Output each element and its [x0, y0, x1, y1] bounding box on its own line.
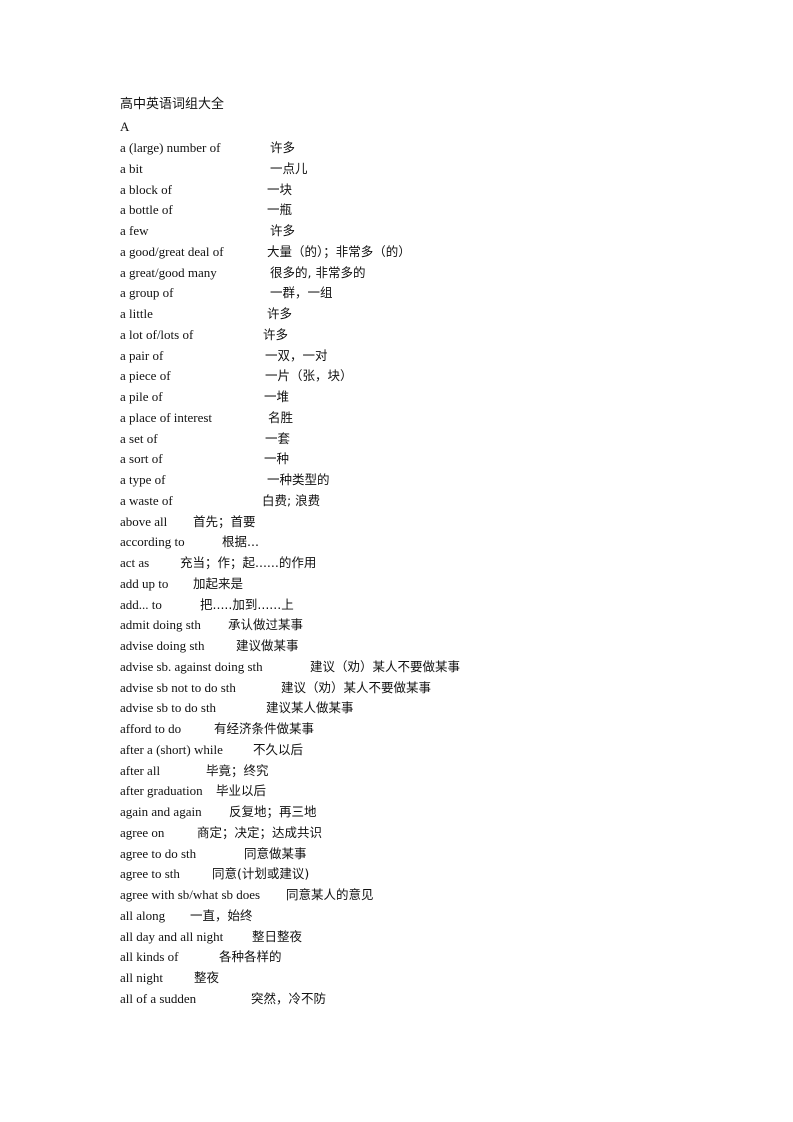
phrase-english: all kinds of — [120, 949, 179, 965]
phrase-english: advise sb. against doing sth — [120, 658, 263, 674]
phrase-english: agree to do sth — [120, 845, 197, 861]
phrase-english: add up to — [120, 575, 169, 591]
phrase-chinese: 一群，一组 — [270, 285, 333, 301]
phrase-english: agree to sth — [120, 866, 180, 882]
phrase-chinese: 承认做过某事 — [228, 617, 304, 633]
phrase-chinese: 许多 — [270, 140, 296, 155]
phrase-english: add... to — [120, 596, 162, 612]
phrase-chinese: 商定；决定；达成共识 — [197, 824, 323, 840]
phrase-english: a few — [120, 223, 149, 238]
phrase-english: agree with sb/what sb does — [120, 887, 261, 902]
phrase-english: above all — [120, 513, 168, 529]
phrase-english: admit doing sth — [120, 617, 201, 633]
phrase-english: a set of — [120, 430, 158, 446]
phrase-english: agree on — [120, 824, 165, 840]
phrase-chinese: 同意某人的意见 — [286, 887, 374, 902]
phrase-chinese: 名胜 — [268, 409, 294, 425]
phrase-chinese: 很多的, 非常多的 — [270, 264, 366, 280]
phrase-english: a group of — [120, 285, 174, 301]
phrase-english: all night — [120, 970, 163, 985]
phrase-chinese: 不久以后 — [253, 741, 304, 757]
phrase-english: again and again — [120, 804, 202, 819]
phrase-english: according to — [120, 534, 185, 550]
phrase-chinese: 整日整夜 — [252, 928, 303, 944]
phrase-chinese: 同意(计划或建议) — [212, 866, 310, 882]
phrase-english: advise sb not to do sth — [120, 679, 236, 695]
phrase-chinese: 一种类型的 — [267, 472, 330, 487]
phrase-chinese: 一点儿 — [270, 160, 308, 176]
phrase-chinese: 建议某人做某事 — [266, 700, 354, 716]
phrase-english: a pile of — [120, 389, 163, 404]
phrase-chinese: 一块 — [267, 181, 293, 197]
section-heading: A — [120, 119, 130, 134]
phrase-chinese: 首先；首要 — [193, 513, 256, 529]
phrase-chinese: 建议做某事 — [236, 638, 299, 653]
phrase-chinese: 同意做某事 — [244, 845, 307, 861]
phrase-chinese: 整夜 — [194, 970, 220, 985]
phrase-english: a place of interest — [120, 409, 213, 425]
phrase-chinese: 一套 — [265, 430, 291, 446]
phrase-english: a block of — [120, 181, 172, 197]
phrase-english: after a (short) while — [120, 741, 223, 757]
phrase-english: a lot of/lots of — [120, 326, 194, 342]
phrase-english: after all — [120, 762, 161, 778]
phrase-chinese: 一瓶 — [267, 202, 293, 218]
phrase-english: advise sb to do sth — [120, 700, 217, 716]
phrase-chinese: 一片（张，块） — [265, 368, 353, 384]
phrase-chinese: 充当；作；起......的作用 — [180, 555, 317, 570]
phrase-english: after graduation — [120, 783, 203, 799]
phrase-chinese: 反复地；再三地 — [229, 804, 317, 819]
phrase-chinese: 大量（的）；非常多（的） — [267, 243, 411, 259]
phrase-chinese: 毕业以后 — [216, 783, 267, 799]
phrase-english: a type of — [120, 472, 166, 487]
phrase-english: advise doing sth — [120, 638, 205, 653]
phrase-english: a waste of — [120, 492, 173, 508]
phrase-english: all along — [120, 907, 166, 923]
phrase-chinese: 一双，一对 — [265, 347, 328, 363]
phrase-chinese: 毕竟；终究 — [206, 762, 269, 778]
phrase-chinese: 把.....加到......上 — [200, 596, 294, 612]
phrase-english: a great/good many — [120, 264, 217, 280]
phrase-english: a little — [120, 306, 153, 321]
phrase-chinese: 一直，始终 — [190, 907, 253, 923]
phrase-english: all of a sudden — [120, 990, 197, 1006]
phrase-chinese: 有经济条件做某事 — [214, 721, 315, 736]
document-page: 高中英语词组大全 A a (large) number of 许多 a bit 一点儿… — [0, 0, 793, 1122]
phrase-chinese: 一种 — [264, 451, 290, 467]
phrase-english: a pair of — [120, 347, 164, 363]
phrase-english: all day and all night — [120, 928, 224, 944]
phrase-english: a bit — [120, 160, 143, 176]
phrase-chinese: 根据... — [222, 534, 259, 550]
phrase-chinese: 许多 — [267, 306, 293, 321]
phrase-english: a good/great deal of — [120, 243, 224, 259]
phrase-english: act as — [120, 555, 150, 570]
phrase-chinese: 一堆 — [264, 389, 290, 404]
phrase-chinese: 许多 — [270, 223, 296, 238]
phrase-chinese: 突然，冷不防 — [251, 990, 327, 1006]
phrase-chinese: 白费; 浪费 — [262, 492, 321, 508]
phrase-chinese: 建议（劝）某人不要做某事 — [281, 679, 432, 695]
phrase-english: a sort of — [120, 451, 163, 467]
phrase-english: a bottle of — [120, 202, 173, 218]
phrase-chinese: 各种各样的 — [219, 949, 282, 965]
phrase-english: afford to do — [120, 721, 182, 736]
phrase-chinese: 加起来是 — [193, 575, 244, 591]
phrase-english: a piece of — [120, 368, 171, 384]
phrase-chinese: 许多 — [263, 326, 289, 342]
phrase-english: a (large) number of — [120, 140, 221, 155]
phrase-chinese: 建议（劝）某人不要做某事 — [310, 658, 461, 674]
document-title: 高中英语词组大全 — [120, 97, 225, 112]
